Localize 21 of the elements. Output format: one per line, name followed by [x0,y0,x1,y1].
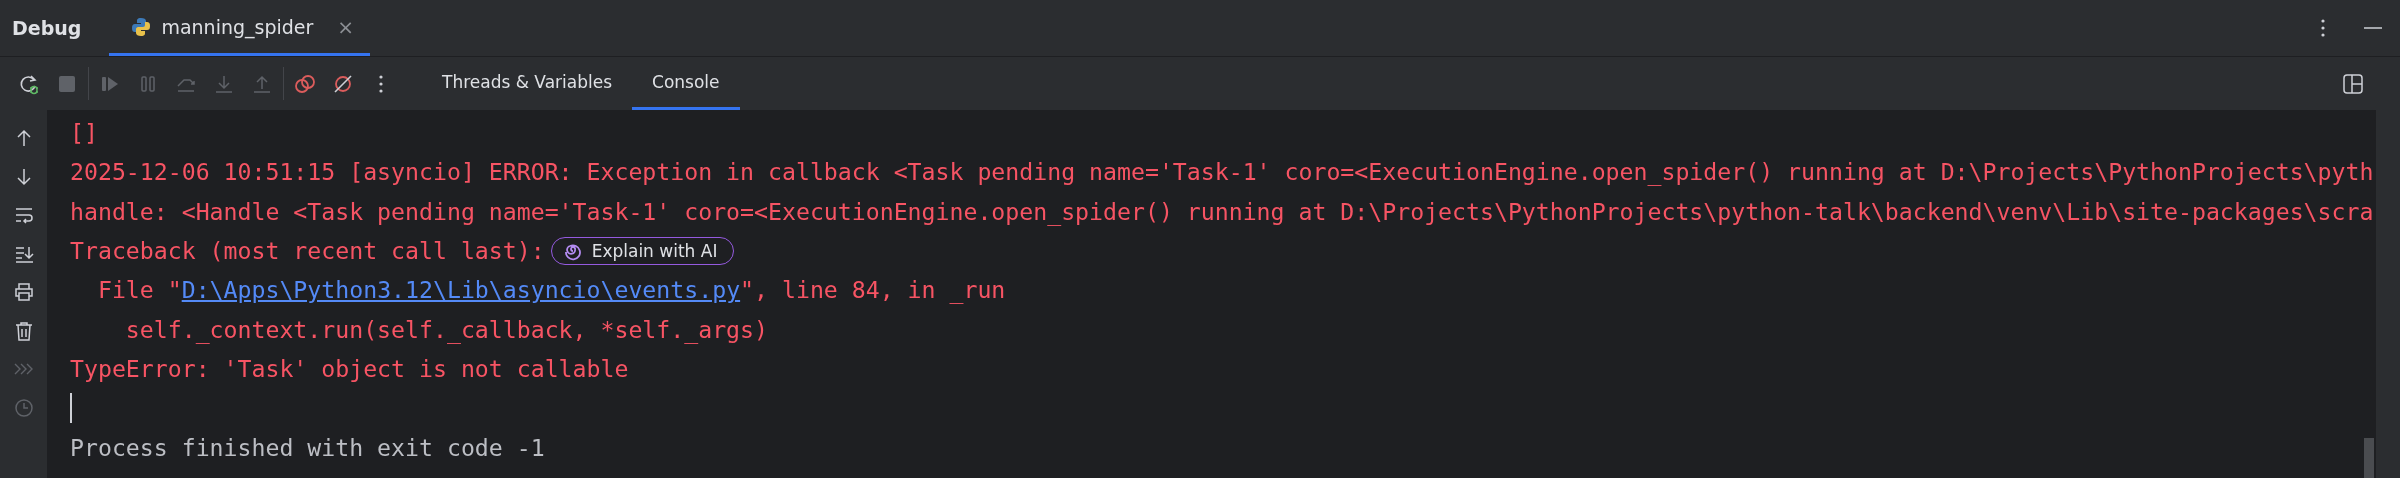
console-line: TypeError: 'Task' object is not callable [70,354,629,382]
run-tab[interactable]: manning_spider × [109,0,371,56]
print-icon[interactable] [12,281,35,303]
console-line: self._context.run(self._callback, *self._args) [124,315,768,343]
text-cursor [70,392,72,423]
console-line: 2025-12-06 10:51:15 [asyncio] ERROR: Exception in callback <Task pending name='Task-1' coro=<ExecutionEngine.open_spider() running at D:\Projects\PythonProjects\pyth [70,158,2374,186]
python-icon [131,16,152,37]
console-line: Traceback (most recent call last): [70,237,545,265]
console-line: Process finished with exit code -1 [70,433,545,461]
scrollbar-thumb[interactable] [2364,438,2374,478]
tab[interactable]: Threads & Variables [422,57,633,110]
file-link[interactable]: D:\Apps\Python3.12\Lib\asyncio\events.py [181,276,741,304]
close-icon[interactable]: × [337,14,355,39]
mute-breakpoints-icon[interactable] [332,72,354,95]
panel-title: Debug [11,16,83,41]
console-line: File "D:\Apps\Python3.12\Lib\asyncio\events.py", line 84, in _run [96,276,1006,304]
rerun-bug-icon[interactable] [18,72,40,95]
layout-icon[interactable] [2342,72,2364,95]
console-line: handle: <Handle <Task pending name='Task-1' coro=<ExecutionEngine.open_spider() running at D:\Projects\PythonProjects\python-talk\backend\venv\Lib\site-packages\scra [70,197,2374,225]
breakpoints-icon[interactable] [294,72,316,95]
console-line: [] [70,119,98,147]
